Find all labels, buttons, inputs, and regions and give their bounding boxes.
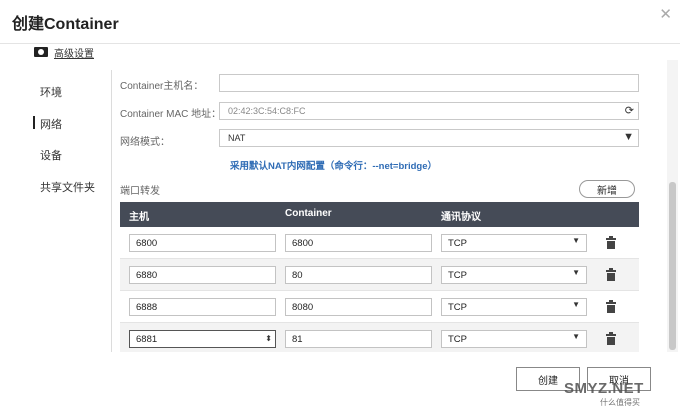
watermark: SMYZ.NET xyxy=(564,380,644,397)
scrollbar[interactable] xyxy=(667,60,678,352)
hostname-label: Container主机名： xyxy=(120,81,204,92)
network-mode-hint: 采用默认NAT内网配置（命令行：--net=bridge） xyxy=(230,161,437,172)
protocol-value: TCP xyxy=(448,237,467,249)
protocol-value: TCP xyxy=(448,269,467,281)
mac-address-input[interactable]: 02:42:3C:54:C8:FC ⟳ xyxy=(219,102,639,120)
table-row: 6881 ⬍ 81 TCP ▼ xyxy=(120,323,639,352)
dialog-title-bar: 创建Container ✕ xyxy=(0,0,680,44)
network-settings-panel: Container主机名： Container MAC 地址： 02:42:3C… xyxy=(111,70,665,352)
add-port-button[interactable]: 新增 xyxy=(579,180,635,198)
protocol-value: TCP xyxy=(448,333,467,345)
host-port-input[interactable]: 6881 ⬍ xyxy=(129,330,276,348)
network-mode-select[interactable]: NAT ▼ xyxy=(219,129,639,147)
host-port-input[interactable]: 6800 xyxy=(129,234,276,252)
trash-icon[interactable] xyxy=(606,268,616,281)
hostname-input[interactable] xyxy=(219,74,639,92)
container-port-input[interactable]: 6800 xyxy=(285,234,432,252)
trash-icon[interactable] xyxy=(606,236,616,249)
container-port-input[interactable]: 81 xyxy=(285,330,432,348)
network-mode-value: NAT xyxy=(228,133,246,143)
port-forwarding-label: 端口转发 xyxy=(120,186,160,197)
scrollbar-thumb[interactable] xyxy=(669,182,676,350)
refresh-icon[interactable]: ⟳ xyxy=(625,104,634,117)
dropdown-caret-icon: ▼ xyxy=(572,332,580,341)
nav-item-devices[interactable]: 设备 xyxy=(33,141,111,173)
table-row: 6800 6800 TCP ▼ xyxy=(120,227,639,259)
protocol-select[interactable]: TCP ▼ xyxy=(441,234,587,252)
network-mode-label: 网络模式： xyxy=(120,137,170,148)
gear-icon xyxy=(34,47,48,57)
dialog-title: 创建Container xyxy=(12,16,119,33)
container-port-input[interactable]: 80 xyxy=(285,266,432,284)
close-icon[interactable]: ✕ xyxy=(659,5,672,23)
dropdown-caret-icon: ▼ xyxy=(572,268,580,277)
dropdown-caret-icon: ▼ xyxy=(623,131,634,143)
stepper-icon[interactable]: ⬍ xyxy=(265,331,272,347)
column-protocol: 通讯协议 xyxy=(441,212,481,223)
trash-icon[interactable] xyxy=(606,332,616,345)
protocol-value: TCP xyxy=(448,301,467,313)
watermark-subtitle: 什么值得买 xyxy=(600,398,640,407)
host-port-input[interactable]: 6888 xyxy=(129,298,276,316)
protocol-select[interactable]: TCP ▼ xyxy=(441,330,587,348)
host-port-input[interactable]: 6880 xyxy=(129,266,276,284)
nav-item-network[interactable]: 网络 xyxy=(33,110,111,142)
trash-icon[interactable] xyxy=(606,300,616,313)
settings-nav: 环境 网络 设备 共享文件夹 xyxy=(33,78,111,204)
column-host: 主机 xyxy=(129,212,149,223)
dropdown-caret-icon: ▼ xyxy=(572,300,580,309)
port-table-header: 主机 Container 通讯协议 xyxy=(120,202,639,227)
advanced-settings-link[interactable]: 高级设置 xyxy=(34,44,94,60)
table-row: 6880 80 TCP ▼ xyxy=(120,259,639,291)
column-container: Container xyxy=(285,208,332,219)
dropdown-caret-icon: ▼ xyxy=(572,236,580,245)
host-port-value: 6881 xyxy=(136,333,158,345)
protocol-select[interactable]: TCP ▼ xyxy=(441,266,587,284)
mac-address-value: 02:42:3C:54:C8:FC xyxy=(228,106,306,116)
table-row: 6888 8080 TCP ▼ xyxy=(120,291,639,323)
advanced-settings-label: 高级设置 xyxy=(54,48,94,60)
container-port-input[interactable]: 8080 xyxy=(285,298,432,316)
mac-address-label: Container MAC 地址： xyxy=(120,109,222,120)
nav-item-environment[interactable]: 环境 xyxy=(33,78,111,110)
nav-item-shared-folders[interactable]: 共享文件夹 xyxy=(33,173,111,205)
protocol-select[interactable]: TCP ▼ xyxy=(441,298,587,316)
